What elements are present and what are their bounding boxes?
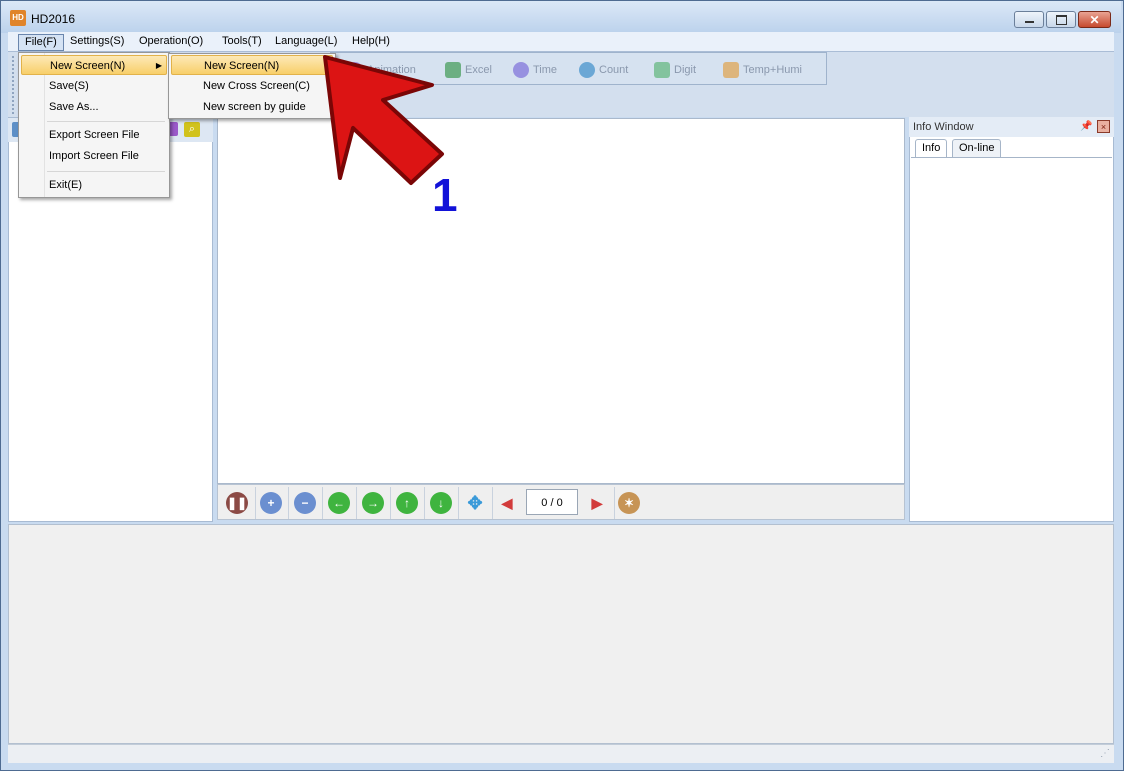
red-arrow-shape [323, 55, 444, 185]
annotation-number: 1 [432, 169, 458, 221]
annotation-arrow [323, 55, 444, 185]
